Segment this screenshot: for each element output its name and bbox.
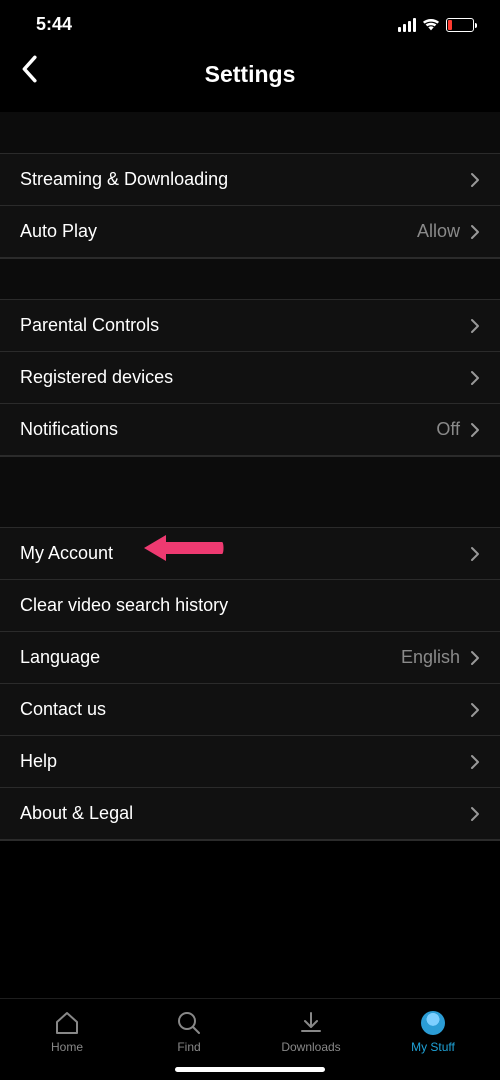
row-label: Notifications [20, 419, 118, 440]
avatar-icon [421, 1009, 445, 1037]
status-bar: 5:44 [0, 0, 500, 43]
row-contact-us[interactable]: Contact us [0, 684, 500, 736]
row-clear-history[interactable]: Clear video search history [0, 580, 500, 632]
row-registered-devices[interactable]: Registered devices [0, 352, 500, 404]
group-gap [0, 258, 500, 300]
row-streaming-downloading[interactable]: Streaming & Downloading [0, 154, 500, 206]
nav-label: Downloads [281, 1040, 340, 1054]
nav-label: My Stuff [411, 1040, 455, 1054]
row-parental-controls[interactable]: Parental Controls [0, 300, 500, 352]
home-icon [54, 1009, 80, 1037]
chevron-right-icon [470, 370, 480, 386]
chevron-right-icon [470, 754, 480, 770]
chevron-right-icon [470, 172, 480, 188]
row-label: About & Legal [20, 803, 133, 824]
group-gap [0, 112, 500, 154]
nav-my-stuff[interactable]: My Stuff [372, 1009, 494, 1054]
chevron-right-icon [470, 806, 480, 822]
page-title: Settings [205, 61, 296, 88]
row-help[interactable]: Help [0, 736, 500, 788]
search-icon [176, 1009, 202, 1037]
row-label: Clear video search history [20, 595, 228, 616]
row-language[interactable]: Language English [0, 632, 500, 684]
chevron-right-icon [470, 650, 480, 666]
chevron-right-icon [470, 702, 480, 718]
home-indicator[interactable] [175, 1067, 325, 1072]
row-label: Contact us [20, 699, 106, 720]
settings-content: Streaming & Downloading Auto Play Allow … [0, 112, 500, 841]
chevron-right-icon [470, 546, 480, 562]
nav-label: Home [51, 1040, 83, 1054]
wifi-icon [422, 18, 440, 32]
nav-find[interactable]: Find [128, 1009, 250, 1054]
chevron-right-icon [470, 422, 480, 438]
row-value: Off [436, 419, 460, 440]
chevron-right-icon [470, 318, 480, 334]
group-gap [0, 456, 500, 528]
chevron-left-icon [20, 55, 38, 83]
status-time: 5:44 [36, 14, 72, 35]
row-label: Help [20, 751, 57, 772]
row-my-account[interactable]: My Account [0, 528, 500, 580]
battery-icon [446, 18, 474, 32]
nav-downloads[interactable]: Downloads [250, 1009, 372, 1054]
row-label: Streaming & Downloading [20, 169, 228, 190]
row-about-legal[interactable]: About & Legal [0, 788, 500, 840]
row-notifications[interactable]: Notifications Off [0, 404, 500, 456]
nav-home[interactable]: Home [6, 1009, 128, 1054]
cellular-signal-icon [398, 18, 416, 32]
back-button[interactable] [20, 55, 38, 88]
download-icon [298, 1009, 324, 1037]
chevron-right-icon [470, 224, 480, 240]
row-label: Language [20, 647, 100, 668]
page-header: Settings [0, 43, 500, 112]
row-label: Parental Controls [20, 315, 159, 336]
row-label: My Account [20, 543, 113, 564]
row-value: English [401, 647, 460, 668]
annotation-arrow-icon [144, 533, 224, 563]
row-label: Auto Play [20, 221, 97, 242]
status-indicators [398, 18, 474, 32]
row-value: Allow [417, 221, 460, 242]
row-label: Registered devices [20, 367, 173, 388]
nav-label: Find [177, 1040, 200, 1054]
row-auto-play[interactable]: Auto Play Allow [0, 206, 500, 258]
